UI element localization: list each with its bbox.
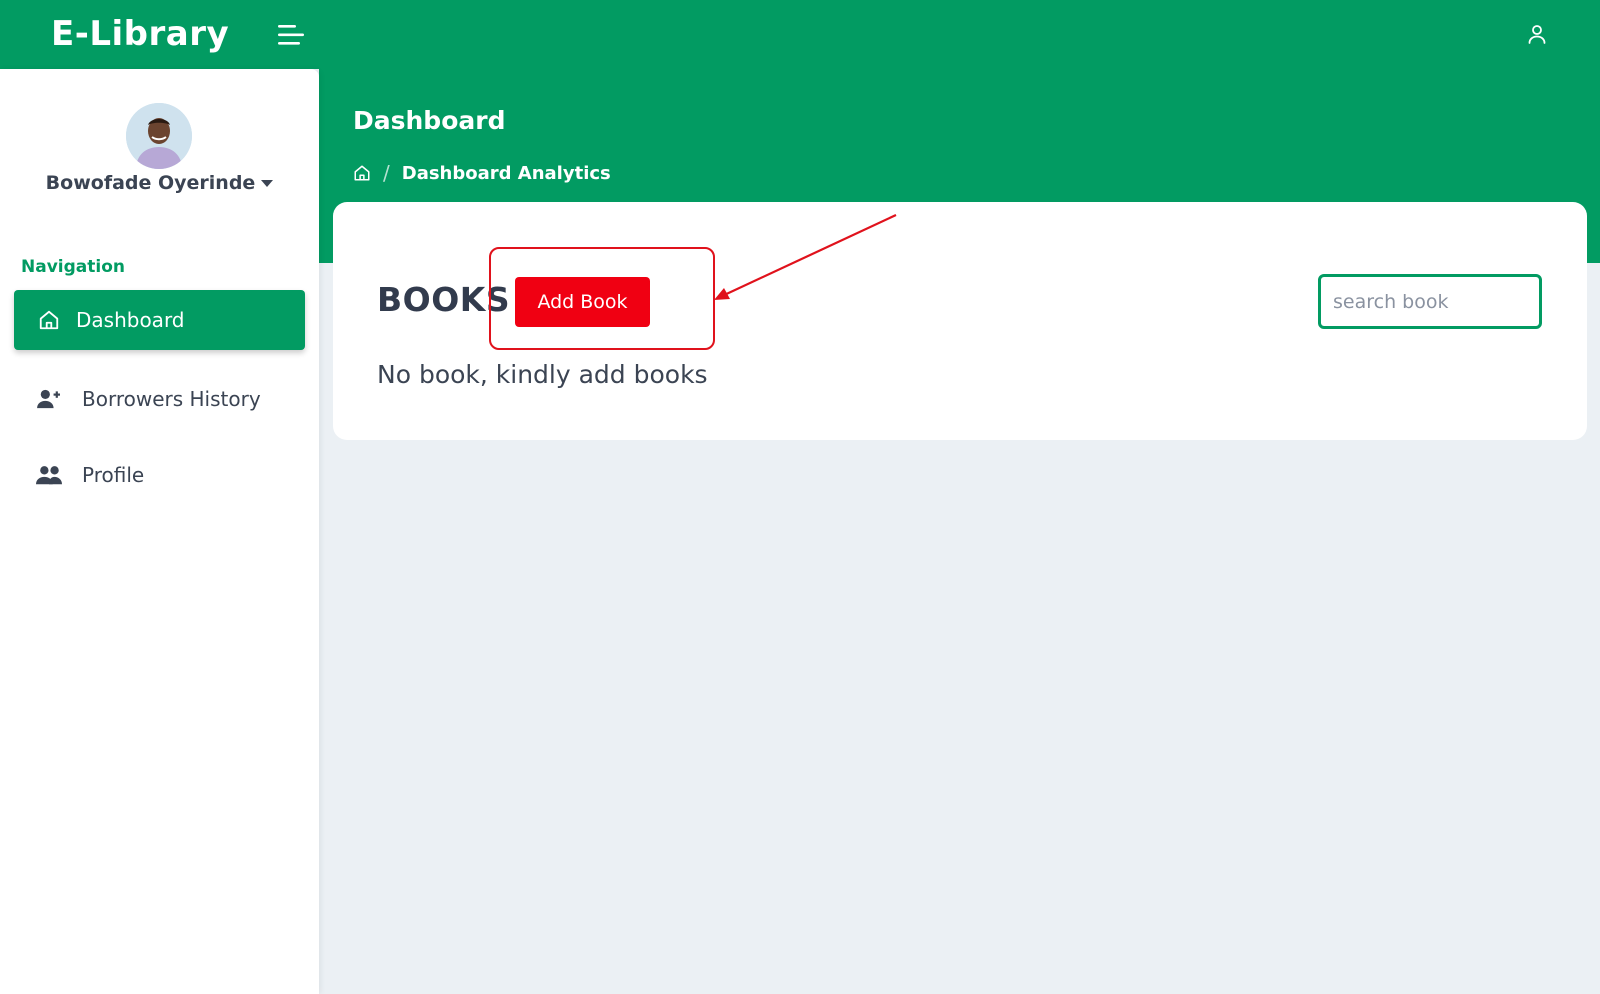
avatar-photo <box>126 103 192 169</box>
add-book-button[interactable]: Add Book <box>515 277 650 327</box>
caret-down-icon <box>261 180 274 187</box>
sidebar-item-profile[interactable]: Profile <box>14 445 305 505</box>
top-bar: E-Library <box>0 0 1600 69</box>
sidebar-item-borrowers-history[interactable]: Borrowers History <box>14 369 305 429</box>
user-icon[interactable] <box>1525 22 1549 46</box>
search-book-input[interactable] <box>1318 274 1542 329</box>
home-icon[interactable] <box>353 164 371 182</box>
breadcrumb-separator: / <box>383 161 390 185</box>
home-icon <box>36 307 62 333</box>
users-icon <box>36 462 62 488</box>
user-plus-icon <box>36 386 62 412</box>
breadcrumb-current: Dashboard Analytics <box>401 162 611 184</box>
breadcrumb: / Dashboard Analytics <box>353 158 611 188</box>
nav-heading: Navigation <box>21 257 125 277</box>
sidebar-item-label: Dashboard <box>76 308 185 332</box>
menu-toggle-icon[interactable] <box>278 24 306 46</box>
sidebar-item-label: Borrowers History <box>82 387 261 411</box>
sidebar-item-dashboard[interactable]: Dashboard <box>14 290 305 350</box>
sidebar: Bowofade Oyerinde Navigation Dashboard B… <box>0 69 319 994</box>
user-name-dropdown[interactable]: Bowofade Oyerinde <box>0 172 319 194</box>
empty-state-message: No book, kindly add books <box>377 360 708 389</box>
books-section-title: BOOKS <box>377 280 511 319</box>
sidebar-item-label: Profile <box>82 463 145 487</box>
user-name: Bowofade Oyerinde <box>45 172 256 194</box>
page-title: Dashboard <box>353 106 506 135</box>
app-logo[interactable]: E-Library <box>51 14 229 54</box>
avatar[interactable] <box>126 103 192 169</box>
